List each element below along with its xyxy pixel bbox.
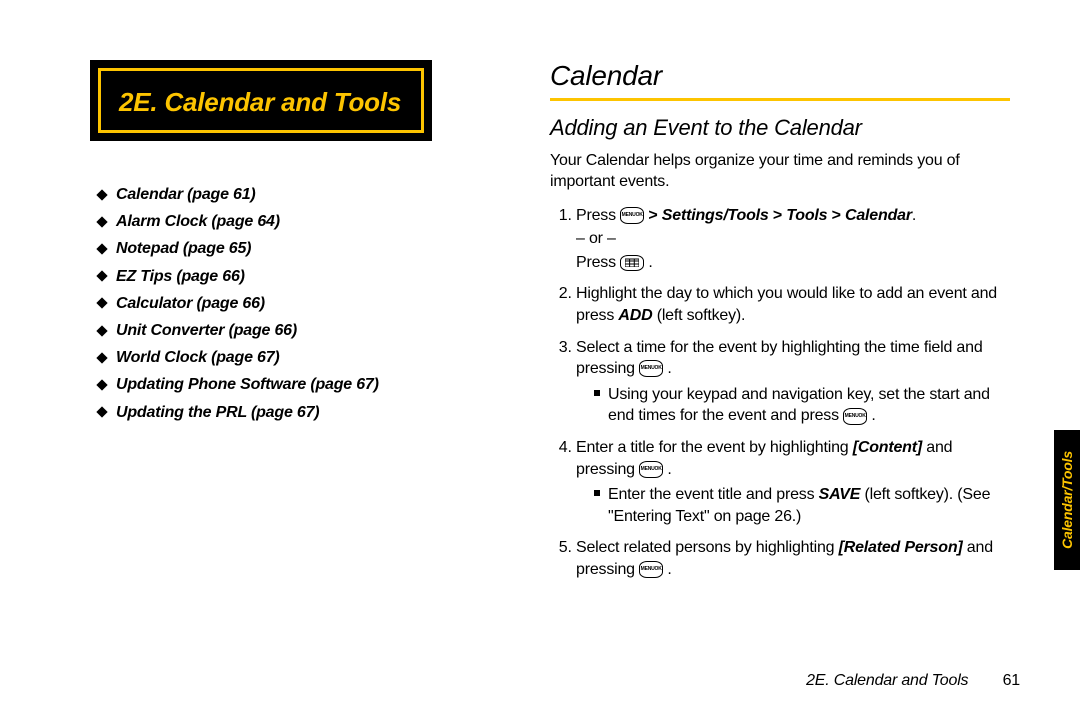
calendar-key-icon bbox=[620, 255, 644, 271]
left-column: 2E. Calendar and Tools Calendar (page 61… bbox=[90, 60, 510, 426]
text: Enter the event title and press bbox=[608, 486, 819, 503]
diamond-icon bbox=[96, 189, 107, 200]
toc-item: EZ Tips (page 66) bbox=[98, 263, 510, 290]
menu-ok-key-icon: MENUOK bbox=[639, 561, 663, 578]
softkey-label: ADD bbox=[618, 307, 652, 324]
square-bullet-icon bbox=[594, 390, 600, 396]
toc-text: Calculator (page 66) bbox=[116, 290, 265, 317]
toc-text: Unit Converter (page 66) bbox=[116, 317, 297, 344]
text: Enter a title for the event by highlight… bbox=[576, 439, 853, 456]
field-reference: [Related Person] bbox=[839, 539, 963, 556]
toc-text: Updating the PRL (page 67) bbox=[116, 399, 319, 426]
diamond-icon bbox=[96, 406, 107, 417]
diamond-icon bbox=[96, 352, 107, 363]
page-number: 61 bbox=[1003, 672, 1020, 689]
toc-item: World Clock (page 67) bbox=[98, 344, 510, 371]
toc-item: Updating Phone Software (page 67) bbox=[98, 371, 510, 398]
toc-item: Calendar (page 61) bbox=[98, 181, 510, 208]
diamond-icon bbox=[96, 298, 107, 309]
path-segment: Calendar bbox=[845, 207, 912, 224]
toc-text: Updating Phone Software (page 67) bbox=[116, 371, 379, 398]
toc-text: Notepad (page 65) bbox=[116, 235, 251, 262]
sub-text: Enter the event title and press SAVE (le… bbox=[608, 484, 1010, 527]
step-1: Press MENUOK > Settings/Tools > Tools > … bbox=[576, 205, 1010, 274]
toc-item: Unit Converter (page 66) bbox=[98, 317, 510, 344]
text: Select related persons by highlighting bbox=[576, 539, 839, 556]
text: Select a time for the event by highlight… bbox=[576, 339, 983, 378]
page-footer: 2E. Calendar and Tools 61 bbox=[806, 672, 1020, 690]
toc-text: World Clock (page 67) bbox=[116, 344, 280, 371]
sub-step: Using your keypad and navigation key, se… bbox=[576, 384, 1010, 427]
step-5: Select related persons by highlighting [… bbox=[576, 537, 1010, 580]
diamond-icon bbox=[96, 216, 107, 227]
step-2: Highlight the day to which you would lik… bbox=[576, 283, 1010, 326]
section-title-box: 2E. Calendar and Tools bbox=[90, 60, 432, 141]
toc-item: Calculator (page 66) bbox=[98, 290, 510, 317]
diamond-icon bbox=[96, 379, 107, 390]
subheading-adding-event: Adding an Event to the Calendar bbox=[550, 115, 1010, 141]
toc-item: Updating the PRL (page 67) bbox=[98, 399, 510, 426]
steps-list: Press MENUOK > Settings/Tools > Tools > … bbox=[550, 205, 1010, 581]
path-segment: Settings/Tools bbox=[662, 207, 769, 224]
side-tab: Calendar/Tools bbox=[1054, 430, 1080, 570]
field-reference: [Content] bbox=[853, 439, 922, 456]
or-text: – or – bbox=[576, 228, 1010, 250]
chevron-icon: > bbox=[773, 207, 786, 224]
manual-page: 2E. Calendar and Tools Calendar (page 61… bbox=[0, 0, 1080, 720]
text: Press bbox=[576, 254, 620, 271]
toc-item: Alarm Clock (page 64) bbox=[98, 208, 510, 235]
heading-calendar: Calendar bbox=[550, 60, 1010, 101]
right-column: Calendar Adding an Event to the Calendar… bbox=[550, 60, 1010, 591]
square-bullet-icon bbox=[594, 490, 600, 496]
side-tab-label: Calendar/Tools bbox=[1059, 451, 1075, 549]
step-text-alt: Press . bbox=[576, 252, 1010, 274]
diamond-icon bbox=[96, 243, 107, 254]
sub-step: Enter the event title and press SAVE (le… bbox=[576, 484, 1010, 527]
step-4: Enter a title for the event by highlight… bbox=[576, 437, 1010, 527]
chevron-icon: > bbox=[648, 207, 661, 224]
toc-text: Calendar (page 61) bbox=[116, 181, 256, 208]
toc-text: EZ Tips (page 66) bbox=[116, 263, 245, 290]
softkey-label: SAVE bbox=[819, 486, 861, 503]
menu-ok-key-icon: MENUOK bbox=[639, 360, 663, 377]
text: (left softkey). bbox=[657, 307, 746, 324]
menu-ok-key-icon: MENUOK bbox=[639, 461, 663, 478]
chevron-icon: > bbox=[832, 207, 845, 224]
toc-item: Notepad (page 65) bbox=[98, 235, 510, 262]
path-segment: Tools bbox=[786, 207, 827, 224]
step-text: Press MENUOK > Settings/Tools > Tools > … bbox=[576, 207, 916, 224]
menu-ok-key-icon: MENUOK bbox=[620, 207, 644, 224]
menu-ok-key-icon: MENUOK bbox=[843, 408, 867, 425]
text: Using your keypad and navigation key, se… bbox=[608, 386, 990, 425]
sub-text: Using your keypad and navigation key, se… bbox=[608, 384, 1010, 427]
intro-text: Your Calendar helps organize your time a… bbox=[550, 151, 1010, 193]
table-of-contents: Calendar (page 61) Alarm Clock (page 64)… bbox=[90, 181, 510, 426]
diamond-icon bbox=[96, 325, 107, 336]
step-3: Select a time for the event by highlight… bbox=[576, 337, 1010, 427]
toc-text: Alarm Clock (page 64) bbox=[116, 208, 280, 235]
diamond-icon bbox=[96, 270, 107, 281]
text: Press bbox=[576, 207, 620, 224]
section-title: 2E. Calendar and Tools bbox=[119, 87, 401, 117]
footer-section-label: 2E. Calendar and Tools bbox=[806, 672, 968, 689]
